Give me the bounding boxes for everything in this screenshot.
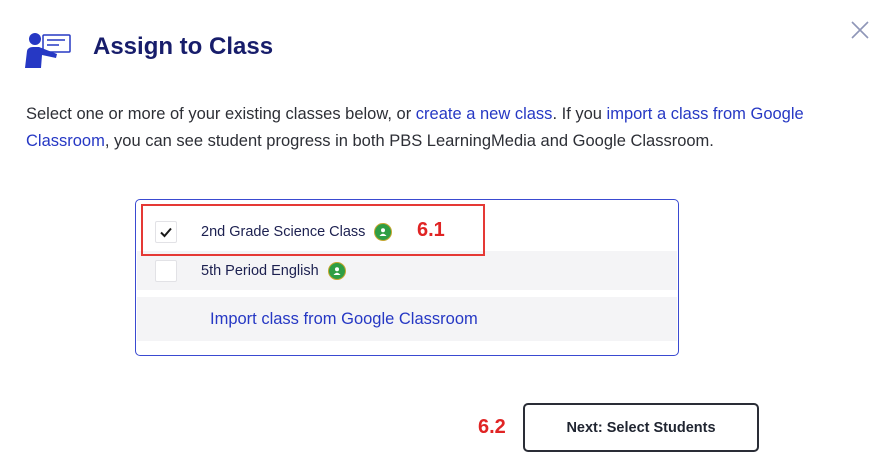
class-row[interactable]: 2nd Grade Science Class — [137, 212, 677, 251]
class-name: 5th Period English — [201, 262, 319, 279]
checkmark-icon — [160, 227, 172, 237]
import-from-google-classroom-link[interactable]: Import class from Google Classroom — [210, 310, 478, 329]
import-class-row[interactable]: Import class from Google Classroom — [137, 297, 677, 341]
next-select-students-button[interactable]: Next: Select Students — [523, 403, 759, 452]
class-checkbox[interactable] — [155, 220, 177, 243]
intro-text-part: Select one or more of your existing clas… — [26, 105, 416, 123]
google-classroom-icon — [374, 222, 393, 241]
dialog-title: Assign to Class — [93, 33, 274, 60]
intro-text-part: , you can see student progress in both P… — [104, 132, 714, 150]
intro-text-part: . If you — [552, 105, 607, 123]
class-name: 2nd Grade Science Class — [201, 223, 366, 240]
intro-text: Select one or more of your existing clas… — [26, 101, 866, 155]
close-button[interactable] — [848, 18, 872, 42]
class-row[interactable]: 5th Period English — [137, 251, 677, 290]
annotation-label-6-1: 6.1 — [417, 219, 445, 241]
annotation-label-6-2: 6.2 — [478, 416, 506, 438]
class-checkbox[interactable] — [155, 259, 177, 282]
create-new-class-link[interactable]: create a new class — [416, 105, 553, 123]
class-list: 2nd Grade Science Class 5th Period Engli… — [135, 199, 679, 356]
teacher-presenting-icon — [24, 30, 72, 70]
google-classroom-icon — [327, 261, 346, 280]
close-icon — [851, 21, 869, 39]
